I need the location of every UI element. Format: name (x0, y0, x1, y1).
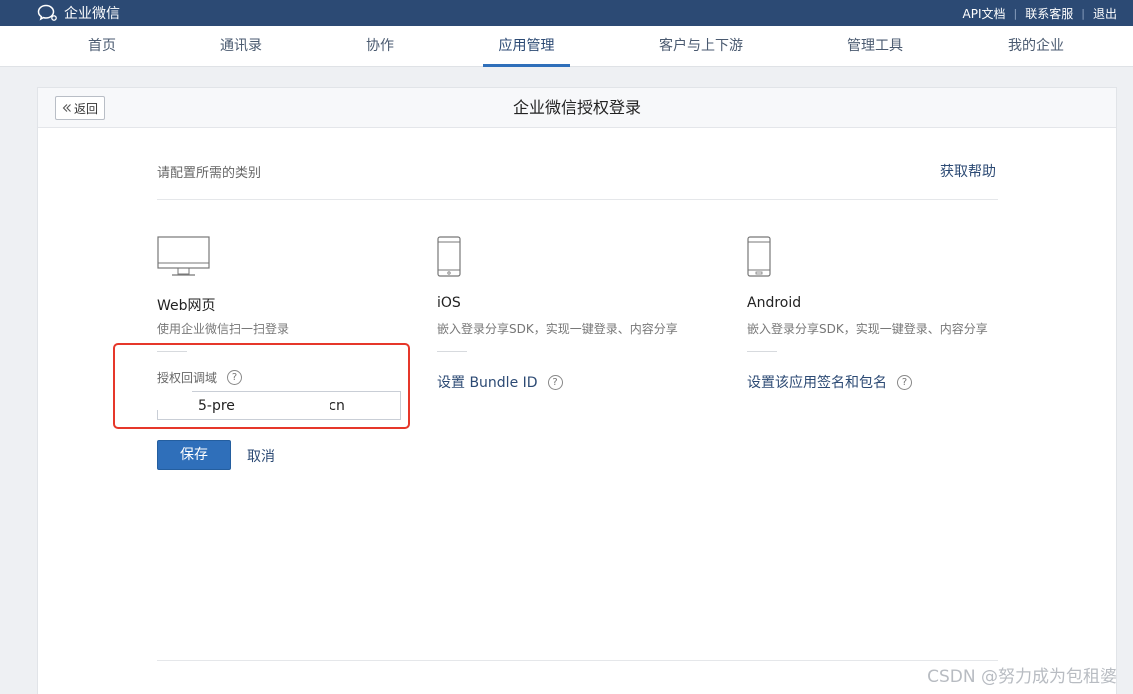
platform-web-underline (157, 351, 187, 352)
nav-tab-contacts[interactable]: 通讯录 (216, 26, 266, 67)
wecom-logo-icon (37, 4, 57, 21)
divider (157, 199, 998, 200)
contact-support-link[interactable]: 联系客服 (1025, 5, 1073, 22)
platform-android: Android 嵌入登录分享SDK，实现一键登录、内容分享 设置该应用签名和包名… (747, 236, 1027, 391)
android-phone-icon (747, 236, 771, 277)
platform-ios-desc: 嵌入登录分享SDK，实现一键登录、内容分享 (437, 322, 678, 336)
top-link-separator: | (1013, 6, 1018, 20)
top-links: API文档 | 联系客服 | 退出 (963, 0, 1117, 26)
cancel-button[interactable]: 取消 (247, 446, 275, 466)
section-label: 请配置所需的类别 (157, 166, 262, 181)
desktop-monitor-icon (157, 236, 210, 276)
nav-tab-customers[interactable]: 客户与上下游 (655, 26, 747, 67)
watermark: CSDN @努力成为包租婆 (927, 667, 1117, 687)
get-help-link[interactable]: 获取帮助 (940, 161, 996, 181)
platform-ios-title: iOS (437, 295, 461, 311)
bottom-divider (157, 660, 998, 661)
phone-icon (437, 236, 461, 277)
page-title: 企业微信授权登录 (512, 98, 641, 117)
help-question-icon[interactable]: ? (227, 370, 243, 385)
content-panel: 返回 企业微信授权登录 请配置所需的类别 获取帮助 Web网页 使用企业微信扫一… (37, 87, 1117, 694)
set-signature-package-label: 设置该应用签名和包名 (747, 375, 887, 391)
platform-web-title: Web网页 (157, 298, 216, 314)
callback-domain-input[interactable] (157, 391, 401, 420)
set-bundle-id-label: 设置 Bundle ID (437, 375, 538, 391)
top-link-separator: | (1081, 6, 1085, 20)
nav-tab-collaboration[interactable]: 协作 (362, 26, 398, 67)
api-docs-link[interactable]: API文档 (963, 5, 1006, 22)
panel-header: 返回 企业微信授权登录 (38, 88, 1116, 128)
save-button[interactable]: 保存 (157, 440, 231, 470)
platform-android-title: Android (747, 295, 802, 311)
nav-tab-management-tools[interactable]: 管理工具 (843, 26, 907, 67)
help-question-icon[interactable]: ? (897, 374, 912, 390)
set-bundle-id-link[interactable]: 设置 Bundle ID ? (437, 372, 563, 392)
nav-tab-my-enterprise[interactable]: 我的企业 (1004, 26, 1068, 67)
logout-link[interactable]: 退出 (1093, 5, 1117, 22)
app-logo[interactable]: 企业微信 (37, 3, 120, 23)
platform-android-desc: 嵌入登录分享SDK，实现一键登录、内容分享 (747, 322, 988, 336)
platform-ios-underline (437, 351, 467, 352)
top-bar: 企业微信 API文档 | 联系客服 | 退出 (0, 0, 1133, 26)
platform-web: Web网页 使用企业微信扫一扫登录 (157, 236, 437, 352)
nav-tab-app-management[interactable]: 应用管理 (483, 26, 570, 67)
nav-tab-home[interactable]: 首页 (82, 26, 122, 67)
callback-domain-label-text: 授权回调域 (157, 371, 218, 385)
help-question-icon[interactable]: ? (547, 374, 563, 390)
set-signature-package-link[interactable]: 设置该应用签名和包名 ? (747, 372, 912, 392)
platform-ios: iOS 嵌入登录分享SDK，实现一键登录、内容分享 设置 Bundle ID ? (437, 236, 717, 391)
main-nav: 首页 通讯录 协作 应用管理 客户与上下游 管理工具 我的企业 (0, 26, 1133, 67)
platform-web-desc: 使用企业微信扫一扫登录 (157, 322, 290, 336)
platform-android-underline (747, 351, 777, 352)
app-name: 企业微信 (64, 6, 120, 22)
callback-domain-label: 授权回调域 ? (157, 369, 243, 386)
